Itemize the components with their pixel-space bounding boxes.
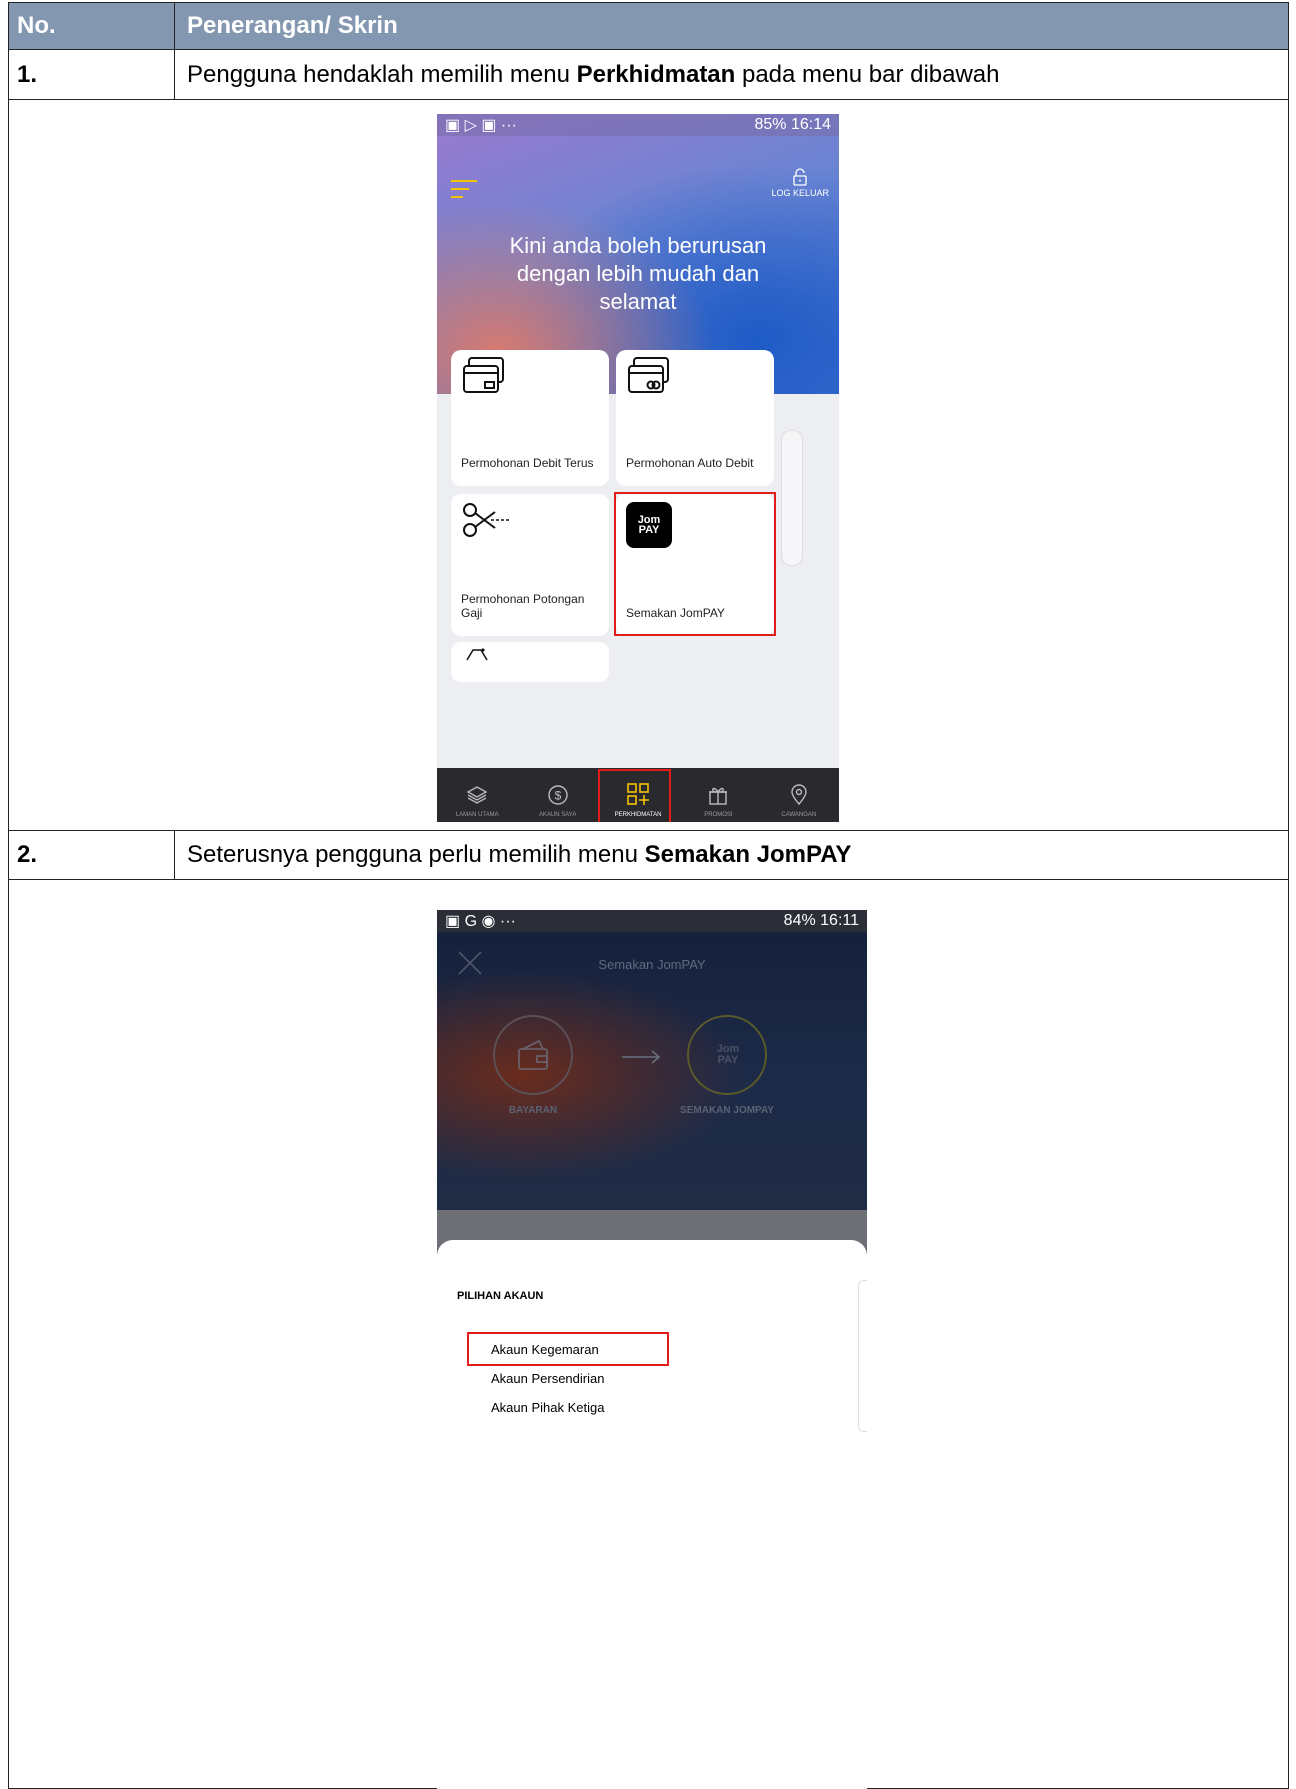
table-header-row: No. Penerangan/ Skrin	[9, 3, 1288, 50]
phone-screenshot-home: LOG KELUAR Kini anda boleh berurusan den…	[437, 114, 839, 822]
hero-line: dengan lebih mudah dan	[516, 261, 760, 286]
step-circle-semakan: Jom PAY	[687, 1015, 767, 1095]
header-no: No.	[9, 3, 175, 49]
tile-debit-terus[interactable]: Permohonan Debit Terus	[451, 350, 609, 486]
card-coin-icon	[628, 357, 669, 393]
status-bar: ▣ G ◉ ··· 84% 16:11	[437, 910, 867, 932]
account-options-sheet: PILIHAN AKAUN Akaun Kegemaran Akaun Pers…	[437, 1240, 867, 1789]
option-akaun-pihak-ketiga[interactable]: Akaun Pihak Ketiga	[491, 1400, 604, 1415]
nav-label: PROMOSI	[704, 812, 733, 818]
menu-icon[interactable]	[451, 180, 477, 204]
step-text: Pengguna hendaklah memilih menu	[187, 60, 577, 88]
notification-icons: ▣ G ◉ ···	[445, 913, 516, 930]
step-label-bayaran: BAYARAN	[508, 1105, 558, 1116]
scissors-icon	[463, 503, 511, 537]
option-akaun-persendirian[interactable]: Akaun Persendirian	[491, 1371, 604, 1386]
step-description: Seterusnya pengguna perlu memilih menu S…	[175, 831, 1288, 879]
nav-label: AKAUN SAYA	[538, 812, 577, 818]
screen-title: Semakan JomPAY	[598, 957, 706, 972]
highlight-perkhidmatan-nav	[598, 769, 671, 822]
highlight-akaun-kegemaran	[467, 1332, 669, 1366]
highlight-jompay-tile	[614, 492, 776, 636]
step-menu-name: Semakan JomPAY	[644, 841, 852, 868]
status-battery-time: 84% 16:11	[783, 912, 859, 929]
ring-icon	[466, 648, 488, 661]
tile-label: Permohonan Auto Debit	[626, 456, 754, 470]
tile-potongan-gaji[interactable]: Permohonan Potongan Gaji	[451, 494, 609, 636]
status-bar: ▣ ▷ ▣ ··· 85% 16:14	[437, 114, 839, 136]
nav-cawangan[interactable]: CAWANGAN	[759, 768, 839, 822]
table-row-step-1: 1. Pengguna hendaklah memilih menu Perkh…	[9, 50, 1288, 100]
step-description: Pengguna hendaklah memilih menu Perkhidm…	[175, 50, 1288, 99]
nav-label: LAMAN UTAMA	[455, 812, 499, 818]
partial-card-edge	[858, 1280, 867, 1432]
nav-promosi[interactable]: PROMOSI	[678, 768, 758, 822]
notification-icons: ▣ ▷ ▣ ···	[445, 117, 517, 134]
hero-message: Kini anda boleh berurusan dengan lebih m…	[437, 232, 839, 316]
header-description: Penerangan/ Skrin	[187, 12, 398, 39]
logout-button[interactable]: LOG KELUAR	[771, 168, 829, 198]
step-number: 2.	[9, 831, 175, 879]
nav-akaun-saya[interactable]: $ AKAUN SAYA	[517, 768, 597, 822]
gift-icon	[709, 787, 728, 805]
tile-label: Permohonan Potongan Gaji	[461, 592, 585, 620]
logout-label: LOG KELUAR	[771, 188, 829, 198]
step-text: pada menu bar dibawah	[735, 60, 1000, 88]
tile-label: Permohonan Debit Terus	[461, 456, 594, 470]
sheet-title: PILIHAN AKAUN	[457, 1290, 544, 1302]
hero-line: selamat	[599, 289, 677, 314]
step-number: 1.	[9, 50, 175, 99]
nav-label: CAWANGAN	[781, 812, 817, 818]
wallet-icon	[518, 1039, 548, 1070]
location-pin-icon	[791, 784, 807, 806]
unlock-icon	[793, 168, 807, 186]
arrow-right-icon	[622, 1050, 661, 1064]
nav-laman-utama[interactable]: LAMAN UTAMA	[437, 768, 517, 822]
hero-line: Kini anda boleh berurusan	[509, 233, 767, 258]
phone-screenshot-semakan: Semakan JomPAY BAYARAN Jom PAY SEMAKAN JO…	[437, 910, 867, 1789]
status-battery-time: 85% 16:14	[754, 116, 831, 133]
table-row-step-2: 2. Seterusnya pengguna perlu memilih men…	[9, 831, 1288, 880]
step-circle-bayaran	[493, 1015, 573, 1095]
card-icon	[463, 357, 504, 393]
tile-partial	[781, 430, 803, 566]
step-text: Seterusnya pengguna perlu memilih menu	[187, 841, 645, 868]
step-menu-name: Perkhidmatan	[576, 60, 736, 88]
tile-partial-bottom	[451, 642, 609, 682]
layers-icon	[466, 786, 488, 804]
tile-auto-debit[interactable]: Permohonan Auto Debit	[616, 350, 774, 486]
svg-text:$: $	[554, 789, 561, 803]
jompay-logo: Jom PAY	[716, 1043, 740, 1066]
step-label-semakan: SEMAKAN JOMPAY	[680, 1105, 774, 1116]
dollar-circle-icon: $	[547, 785, 568, 805]
dark-header: Semakan JomPAY BAYARAN Jom PAY SEMAKAN JO…	[437, 910, 867, 1210]
